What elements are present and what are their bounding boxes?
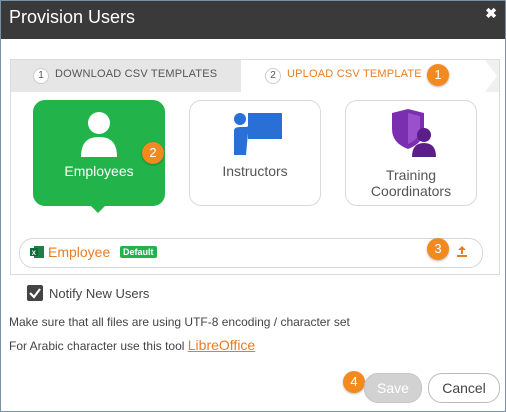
excel-icon: X <box>30 246 44 258</box>
instructor-icon <box>234 113 282 155</box>
step-label: UPLOAD CSV TEMPLATE <box>287 68 422 80</box>
callout-badge: 3 <box>427 238 449 260</box>
arabic-note: For Arabic character use this tool Libre… <box>9 337 255 353</box>
callout-badge: 4 <box>343 371 365 393</box>
step-divider <box>485 60 497 92</box>
step-label: DOWNLOAD CSV TEMPLATES <box>55 68 218 80</box>
csv-file-row: X Employee Default <box>19 238 483 268</box>
notify-label: Notify New Users <box>49 286 150 301</box>
step-download-csv[interactable]: 1 DOWNLOAD CSV TEMPLATES <box>11 60 241 92</box>
save-button[interactable]: Save <box>364 373 422 403</box>
role-label: Training Coordinators <box>370 167 452 199</box>
callout-badge: 2 <box>142 142 164 164</box>
file-name[interactable]: Employee <box>48 244 110 260</box>
dialog-title: Provision Users <box>9 7 136 27</box>
wizard-panel: 1 DOWNLOAD CSV TEMPLATES 2 UPLOAD CSV TE… <box>10 59 500 275</box>
svg-text:X: X <box>32 250 37 257</box>
role-label: Instructors <box>222 163 288 179</box>
close-icon[interactable]: ✖ <box>485 5 497 22</box>
coordinator-shield-icon <box>392 109 436 157</box>
step-bar: 1 DOWNLOAD CSV TEMPLATES 2 UPLOAD CSV TE… <box>11 60 499 92</box>
role-label: Employees <box>64 163 134 179</box>
callout-badge: 1 <box>427 64 449 86</box>
role-card-training-coordinators[interactable]: Training Coordinators <box>345 100 477 206</box>
libreoffice-link[interactable]: LibreOffice <box>188 337 255 353</box>
notify-row: Notify New Users <box>27 285 227 305</box>
upload-icon[interactable] <box>456 246 468 258</box>
title-bar: Provision Users ✖ <box>1 1 505 39</box>
arabic-note-text: For Arabic character use this tool <box>9 339 185 353</box>
person-icon <box>81 112 117 157</box>
role-card-instructors[interactable]: Instructors <box>189 100 321 206</box>
default-badge: Default <box>120 246 157 258</box>
selected-pointer <box>90 205 106 213</box>
provision-users-dialog: Provision Users ✖ 1 DOWNLOAD CSV TEMPLAT… <box>0 0 506 412</box>
cancel-button[interactable]: Cancel <box>428 373 500 403</box>
notify-checkbox[interactable] <box>27 285 43 301</box>
checkmark-icon <box>29 288 41 299</box>
step-number: 2 <box>265 68 281 84</box>
encoding-note: Make sure that all files are using UTF-8… <box>9 315 350 329</box>
step-number: 1 <box>33 68 49 84</box>
